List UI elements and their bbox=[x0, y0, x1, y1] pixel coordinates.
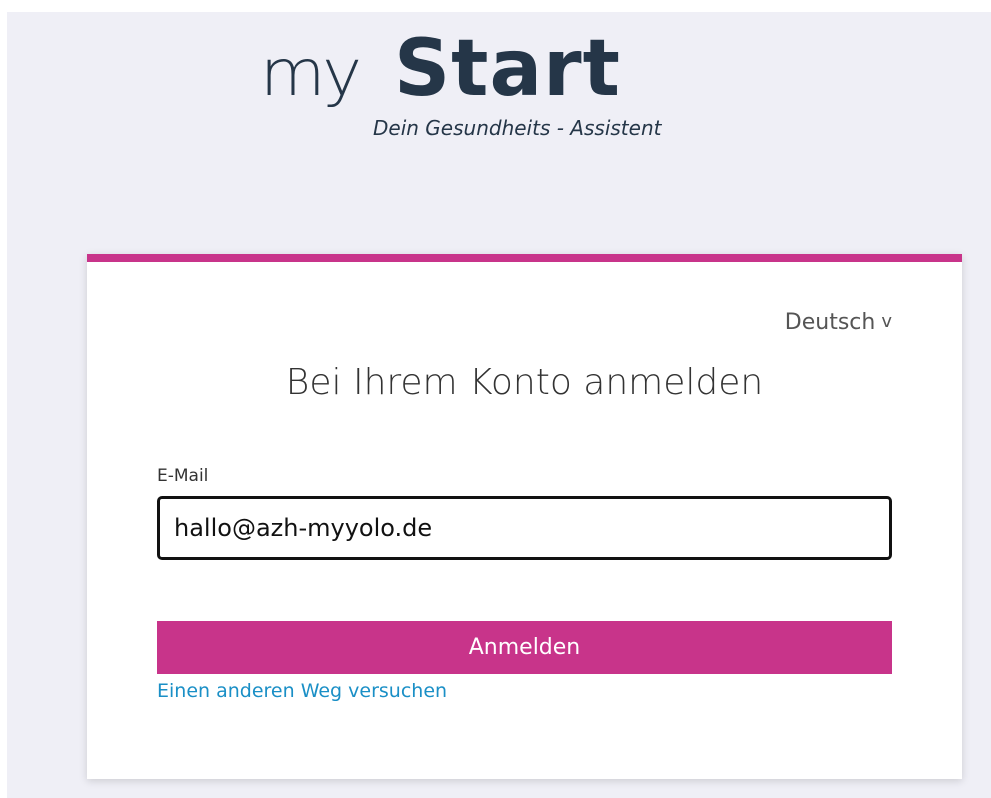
logo-my-text: my bbox=[260, 37, 362, 111]
language-selector[interactable]: Deutsch v bbox=[785, 310, 892, 335]
login-card: Deutsch v Bei Ihrem Konto anmelden E-Mail… bbox=[87, 254, 962, 779]
email-label: E-Mail bbox=[157, 466, 209, 486]
login-button[interactable]: Anmelden bbox=[157, 621, 892, 674]
language-label: Deutsch bbox=[784, 310, 876, 335]
chevron-down-icon: v bbox=[881, 311, 892, 332]
email-field[interactable] bbox=[157, 496, 892, 560]
login-title: Bei Ihrem Konto anmelden bbox=[285, 362, 764, 403]
mystart-logo: my Start Dein Gesundheits - Assistent bbox=[256, 26, 696, 146]
logo-start-text: Start bbox=[394, 24, 621, 114]
try-another-way-link[interactable]: Einen anderen Weg versuchen bbox=[157, 680, 447, 702]
logo-tagline: Dein Gesundheits - Assistent bbox=[373, 116, 662, 140]
